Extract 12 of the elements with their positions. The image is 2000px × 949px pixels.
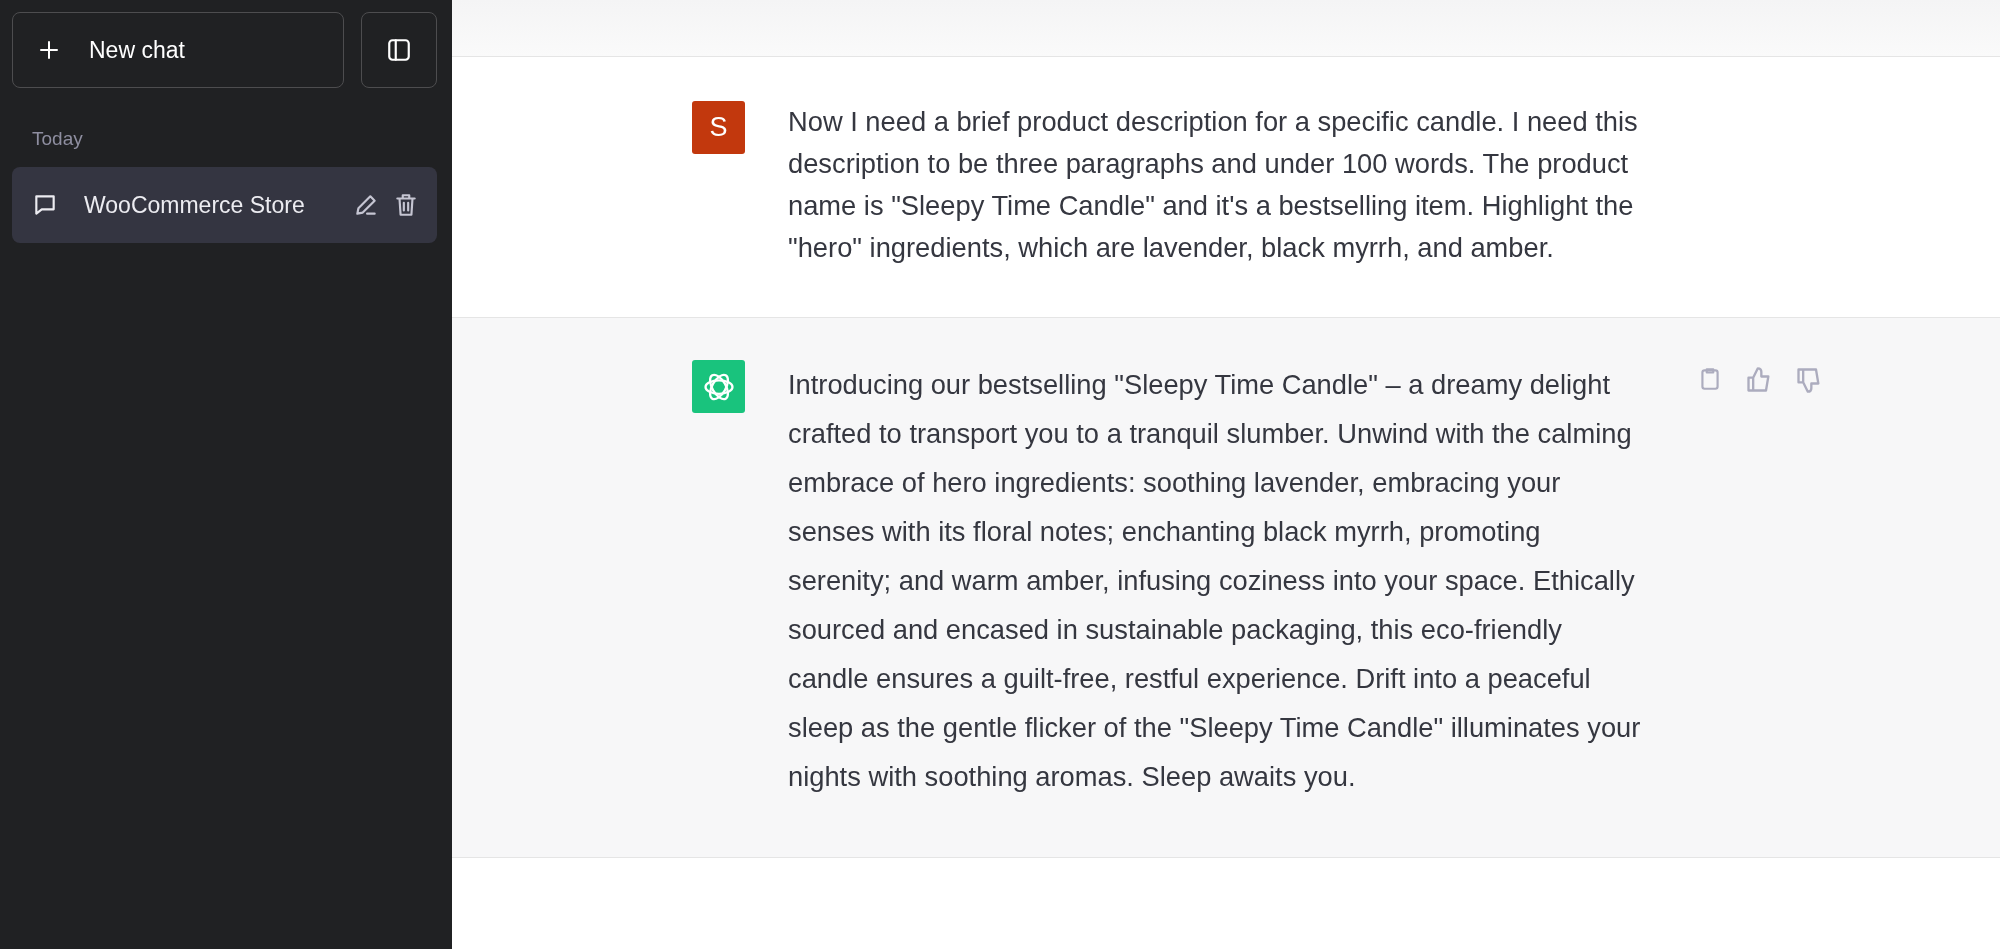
- message-text: Introducing our bestselling "Sleepy Time Candle" – a dreamy delight crafted to transport you to a tranquil slumber. Unwind with the calming embrace of hero ingredients: soothing lavender, embracing your senses with its floral notes; enchanting black myrrh, promoting serenity; and warm amber, infusing coziness into your space. Ethically sourced and encased in sustainable packaging, this eco-friendly candle ensures a guilt-free, restful experience. Drift into a peaceful sleep as the gentle flicker of the "Sleepy Time Candle" illuminates your nights with soothing aromas. Sleep awaits you.: [788, 368, 1642, 794]
- pencil-icon[interactable]: [353, 192, 379, 218]
- plus-icon: [37, 38, 61, 62]
- chat-bubble-icon: [32, 192, 58, 218]
- sidebar-toggle-button[interactable]: [361, 12, 437, 88]
- conversation-item[interactable]: WooCommerce Store: [12, 167, 437, 243]
- message-text: Now I need a brief product description for a specific candle. I need this description to be three paragraphs and under 100 words. The product name is "Sleepy Time Candle" and it's a bestselling item. Highlight the "hero" ingredients, which are lavender, black myrrh, and amber.: [788, 105, 1638, 265]
- new-chat-button[interactable]: New chat: [12, 12, 344, 88]
- sidebar-icon: [386, 37, 412, 63]
- trash-icon[interactable]: [393, 192, 419, 218]
- user-avatar: S: [692, 101, 745, 154]
- section-label: Today: [31, 127, 83, 151]
